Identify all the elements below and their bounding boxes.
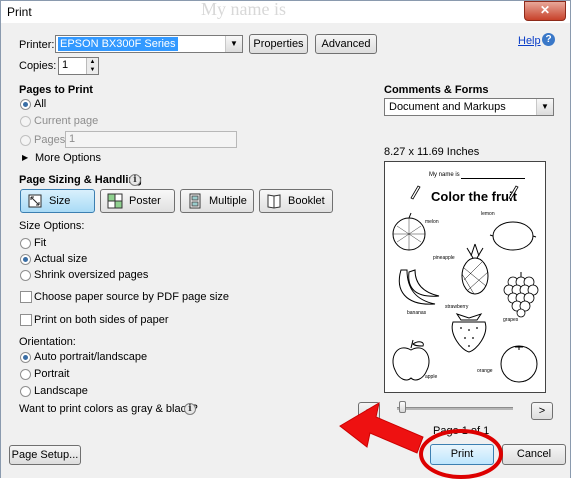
print-dialog: Print My name is ✕ Printer: EPSON BX300F… [0,0,571,479]
red-circle [419,429,503,479]
annotation-overlay [339,401,503,479]
red-arrow [339,401,424,454]
